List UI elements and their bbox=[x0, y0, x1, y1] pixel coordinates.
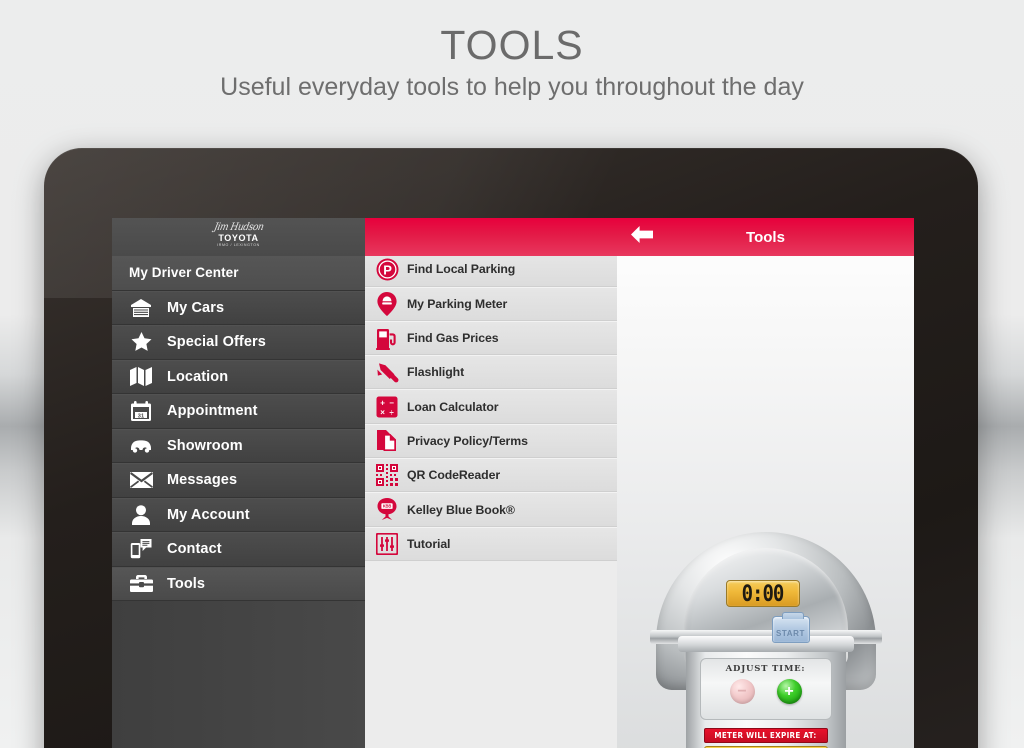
sidebar-item-my-account[interactable]: My Account bbox=[112, 497, 365, 532]
tool-item-label: QR CodeReader bbox=[407, 468, 500, 483]
sidebar-item-location[interactable]: Location bbox=[112, 359, 365, 394]
meter-expire-label: METER WILL EXPIRE AT: bbox=[714, 731, 817, 740]
back-button[interactable] bbox=[627, 224, 657, 250]
tools-list-column: Find My Car P Find Local Parking My Park… bbox=[365, 218, 617, 748]
sidebar-item-label: My Account bbox=[167, 506, 250, 523]
detail-panel: Tools 0:00 START ADJUST TIME: − + METER … bbox=[617, 218, 914, 748]
svg-text:−: − bbox=[389, 398, 394, 407]
adjust-time-panel: ADJUST TIME: − + bbox=[699, 658, 832, 720]
tool-item-label: Kelley Blue Book® bbox=[407, 502, 515, 517]
tool-item-label: Loan Calculator bbox=[407, 399, 499, 414]
tool-item-label: Flashlight bbox=[407, 365, 465, 380]
garage-icon bbox=[128, 297, 154, 319]
promo-header: TOOLS Useful everyday tools to help you … bbox=[0, 0, 1024, 104]
sidebar-item-my-cars[interactable]: My Cars bbox=[112, 290, 365, 325]
sliders-icon bbox=[375, 532, 399, 556]
sidebar-item-messages[interactable]: Messages bbox=[112, 463, 365, 498]
sidebar-item-label: Appointment bbox=[167, 403, 258, 420]
svg-text:÷: ÷ bbox=[389, 408, 394, 417]
kbb-badge-icon: KBB bbox=[375, 498, 399, 522]
dealer-logo-tagline: IRMO / LEXINGTON bbox=[217, 243, 260, 248]
tool-item-kelley-blue-book[interactable]: KBB Kelley Blue Book® bbox=[365, 492, 617, 527]
meter-body-cap bbox=[677, 636, 854, 652]
sidebar-item-label: My Cars bbox=[167, 299, 225, 316]
meter-expire-banner: METER WILL EXPIRE AT: bbox=[703, 728, 828, 743]
sidebar-item-special-offers[interactable]: Special Offers bbox=[112, 325, 365, 360]
qr-code-icon bbox=[375, 463, 399, 487]
tools-list-empty-space bbox=[365, 560, 617, 748]
sidebar-item-label: Special Offers bbox=[167, 334, 266, 351]
sidebar-item-tools[interactable]: Tools bbox=[112, 566, 365, 601]
sidebar-item-label: Contact bbox=[167, 541, 222, 558]
tool-item-flashlight[interactable]: Flashlight bbox=[365, 355, 617, 390]
page-title: TOOLS bbox=[440, 22, 584, 68]
tool-item-label: Find Gas Prices bbox=[407, 331, 499, 346]
sidebar-header-my-driver-center: My Driver Center bbox=[112, 256, 365, 291]
tool-item-privacy-policy-terms[interactable]: Privacy Policy/Terms bbox=[365, 423, 617, 459]
dealer-logo-toyota: TOYOTA bbox=[218, 232, 259, 243]
parking-meter-pin-icon bbox=[375, 291, 399, 316]
dealer-logo: Jim Hudson TOYOTA IRMO / LEXINGTON bbox=[112, 218, 365, 256]
sidebar-item-label: Tools bbox=[167, 575, 206, 592]
meter-start-label: START bbox=[775, 629, 806, 638]
tablet-device-frame: Jim Hudson TOYOTA IRMO / LEXINGTON My Dr… bbox=[44, 148, 978, 748]
increase-time-button[interactable]: + bbox=[776, 679, 802, 704]
tool-item-loan-calculator[interactable]: + − × ÷ Loan Calculator bbox=[365, 389, 617, 424]
topbar-title: Tools bbox=[746, 228, 785, 246]
sidebar-empty-space bbox=[112, 601, 365, 748]
tool-item-label: Privacy Policy/Terms bbox=[407, 433, 528, 448]
page-subtitle: Useful everyday tools to help you throug… bbox=[220, 73, 804, 101]
plus-icon: + bbox=[784, 682, 794, 700]
map-icon bbox=[128, 366, 154, 388]
app-topbar: Tools bbox=[617, 218, 914, 256]
envelope-icon bbox=[128, 469, 154, 491]
adjust-time-label: ADJUST TIME: bbox=[725, 664, 806, 674]
tool-item-label: My Parking Meter bbox=[407, 296, 508, 311]
sidebar-item-contact[interactable]: Contact bbox=[112, 532, 365, 567]
tool-item-find-local-parking[interactable]: P Find Local Parking bbox=[365, 252, 617, 287]
topbar-left-segment bbox=[365, 218, 617, 256]
tool-item-label: Tutorial bbox=[407, 536, 451, 551]
tool-item-qr-code-reader[interactable]: QR CodeReader bbox=[365, 458, 617, 493]
parking-meter-illustration: 0:00 START ADJUST TIME: − + METER WILL E… bbox=[649, 532, 882, 748]
sidebar-header-label: My Driver Center bbox=[129, 265, 239, 281]
adjust-time-buttons: − + bbox=[701, 679, 831, 704]
person-icon bbox=[128, 504, 154, 526]
svg-text:P: P bbox=[383, 263, 392, 278]
back-arrow-icon bbox=[631, 226, 653, 248]
calendar-icon: 31 bbox=[128, 400, 154, 422]
tool-item-tutorial[interactable]: Tutorial bbox=[365, 526, 617, 561]
parking-p-icon: P bbox=[375, 257, 399, 281]
svg-text:KBB: KBB bbox=[383, 504, 392, 509]
toolbox-icon bbox=[128, 573, 154, 595]
sidebar-item-label: Messages bbox=[167, 472, 238, 489]
svg-text:+: + bbox=[380, 398, 385, 407]
meter-timer-value: 0:00 bbox=[741, 580, 785, 607]
gas-pump-icon bbox=[375, 326, 399, 350]
app-screen: Jim Hudson TOYOTA IRMO / LEXINGTON My Dr… bbox=[112, 218, 914, 748]
document-icon bbox=[375, 429, 399, 453]
tool-item-find-gas-prices[interactable]: Find Gas Prices bbox=[365, 320, 617, 356]
flashlight-icon bbox=[375, 360, 399, 384]
dealer-logo-script: Jim Hudson bbox=[212, 222, 265, 234]
sidebar-item-showroom[interactable]: Showroom bbox=[112, 428, 365, 463]
contact-phone-icon bbox=[128, 538, 154, 560]
car-icon bbox=[128, 435, 154, 457]
sidebar-item-label: Showroom bbox=[167, 437, 243, 454]
decrease-time-button[interactable]: − bbox=[729, 679, 755, 704]
meter-timer-display: 0:00 bbox=[725, 580, 800, 607]
tool-item-my-parking-meter[interactable]: My Parking Meter bbox=[365, 286, 617, 321]
sidebar-item-appointment[interactable]: 31 Appointment bbox=[112, 394, 365, 429]
svg-text:×: × bbox=[380, 408, 385, 417]
star-icon bbox=[128, 331, 154, 353]
minus-icon: − bbox=[737, 682, 747, 700]
tool-item-label: Find Local Parking bbox=[407, 262, 516, 277]
meter-start-button[interactable]: START bbox=[771, 612, 810, 643]
calculator-icon: + − × ÷ bbox=[375, 395, 399, 419]
sidebar-nav: Jim Hudson TOYOTA IRMO / LEXINGTON My Dr… bbox=[112, 218, 365, 748]
sidebar-item-label: Location bbox=[167, 368, 229, 385]
svg-text:31: 31 bbox=[138, 414, 144, 420]
